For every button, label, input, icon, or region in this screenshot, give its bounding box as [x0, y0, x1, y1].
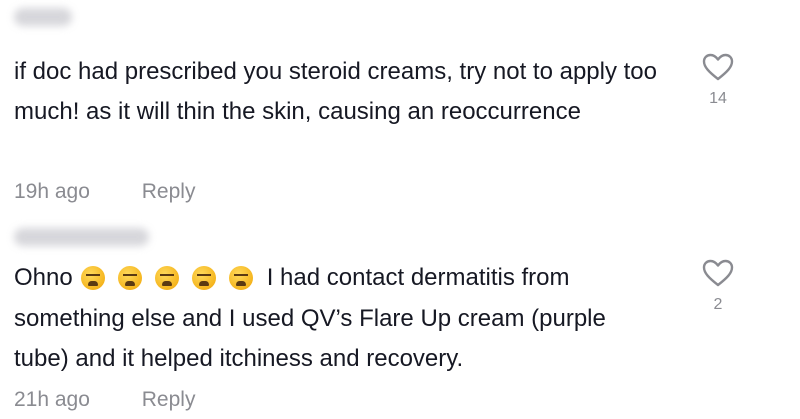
reply-button[interactable]: Reply — [142, 388, 196, 411]
username-blurred[interactable] — [14, 8, 72, 26]
comment-prefix: Ohno — [14, 264, 73, 291]
comment-timestamp: 21h ago — [14, 388, 90, 411]
comment-text: if doc had prescribed you steroid creams… — [14, 58, 657, 125]
comment-text-container: Ohno I had contact dermatitis from someth… — [14, 258, 664, 379]
tired-face-emoji-icon — [117, 265, 142, 290]
tired-face-emoji-icon — [228, 265, 253, 290]
comment-timestamp: 19h ago — [14, 180, 90, 203]
emoji-group — [80, 259, 253, 299]
like-button[interactable]: 2 — [698, 258, 738, 314]
comment-meta: 19h ago Reply — [14, 180, 195, 204]
reply-button[interactable]: Reply — [142, 180, 196, 203]
comment-item: if doc had prescribed you steroid creams… — [0, 0, 800, 210]
comment-meta: 21h ago Reply — [14, 388, 195, 412]
like-button[interactable]: 14 — [698, 52, 738, 108]
comment-item: Ohno I had contact dermatitis from someth… — [0, 210, 800, 419]
heart-outline-icon — [702, 53, 734, 81]
tired-face-emoji-icon — [191, 265, 216, 290]
like-count: 14 — [709, 90, 727, 107]
like-count: 2 — [713, 296, 723, 313]
heart-outline-icon — [702, 259, 734, 287]
tired-face-emoji-icon — [154, 265, 179, 290]
username-blurred[interactable] — [14, 228, 149, 246]
tired-face-emoji-icon — [80, 265, 105, 290]
